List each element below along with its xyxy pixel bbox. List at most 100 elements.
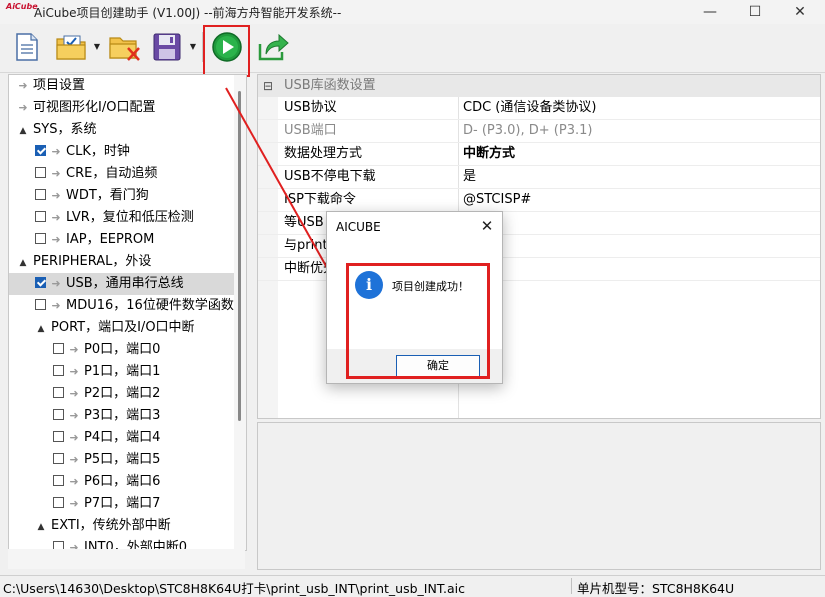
tree-item[interactable]: ▲ SYS，系统 [9, 119, 239, 141]
tree-item-label: P4口，端口4 [84, 430, 161, 445]
tree-item[interactable]: ➜ LVR，复位和低压检测 [9, 207, 246, 229]
tree-item-checkbox[interactable] [35, 211, 46, 222]
property-category-header[interactable]: ⊟ USB库函数设置 [258, 75, 820, 97]
tree-item-label: IAP，EEPROM [66, 232, 155, 247]
property-row[interactable]: USB端口 D- (P3.0), D+ (P3.1) [258, 120, 820, 143]
close-window-button[interactable]: ✕ [778, 0, 822, 24]
arrow-bullet-icon: ➜ [69, 431, 79, 444]
open-project-button[interactable] [54, 30, 88, 64]
property-key: USB不停电下载 [284, 169, 376, 184]
minimize-button[interactable]: — [688, 0, 732, 24]
property-key: USB协议 [284, 100, 337, 115]
title-bar: AiCube AiCube项目创建助手 (V1.00J) --前海方舟智能开发系… [0, 0, 825, 24]
project-path: C:\Users\14630\Desktop\STC8H8K64U打卡\prin… [3, 581, 465, 596]
arrow-bullet-icon: ➜ [69, 453, 79, 466]
tree-item-label: P2口，端口2 [84, 386, 161, 401]
tree-item[interactable]: ➜ USB，通用串行总线 [9, 273, 246, 295]
tree-item[interactable]: ➜ P3口，端口3 [9, 405, 246, 427]
tree-item-checkbox[interactable] [53, 387, 64, 398]
tree-item-label: P6口，端口6 [84, 474, 161, 489]
tree-item-checkbox[interactable] [53, 343, 64, 354]
tree-item-checkbox[interactable] [35, 189, 46, 200]
tree-item-checkbox[interactable] [53, 453, 64, 464]
save-dropdown-arrow[interactable]: ▼ [188, 42, 198, 52]
tree-item-checkbox[interactable] [53, 497, 64, 508]
arrow-bullet-icon: ➜ [69, 497, 79, 510]
app-logo-text: AiCube [6, 2, 38, 11]
tree-item[interactable]: ▲ PORT，端口及I/O口中断 [9, 317, 246, 340]
property-key: ISP下载命令 [284, 192, 356, 207]
dialog-title: AICUBE [336, 220, 381, 234]
new-project-button[interactable] [10, 30, 44, 64]
tree-item[interactable]: ➜ P2口，端口2 [9, 383, 246, 405]
property-value[interactable]: @STCISP# [463, 189, 531, 211]
tree-item[interactable]: ➜ P6口，端口6 [9, 471, 246, 493]
tree-item-checkbox[interactable] [53, 431, 64, 442]
property-value[interactable]: 中断方式 [463, 143, 515, 165]
tree-item[interactable]: ➜ 可视图形化I/O口配置 [9, 97, 239, 119]
open-dropdown-arrow[interactable]: ▼ [92, 42, 102, 52]
tree-item[interactable]: ➜ IAP，EEPROM [9, 229, 246, 251]
tree-item[interactable]: ➜ P7口，端口7 [9, 493, 246, 515]
tree-item-checkbox[interactable] [35, 145, 46, 156]
tree-item-label: 可视图形化I/O口配置 [33, 100, 156, 115]
tree-item-label: P5口，端口5 [84, 452, 161, 467]
tree-item-label: EXTI，传统外部中断 [51, 518, 171, 533]
tree-item[interactable]: ➜ MDU16，16位硬件数学函数 [9, 295, 246, 317]
tree-item-label: CRE，自动追频 [66, 166, 158, 181]
tree-scrollbar[interactable] [234, 75, 246, 550]
tree-item-checkbox[interactable] [53, 475, 64, 486]
tree-item[interactable]: ➜ P1口，端口1 [9, 361, 246, 383]
description-pane [257, 422, 821, 570]
expand-toggle-icon[interactable]: ▲ [35, 516, 47, 538]
property-row[interactable]: USB协议 CDC (通信设备类协议) [258, 97, 820, 120]
collapse-icon[interactable]: ⊟ [263, 75, 273, 97]
property-row[interactable]: ISP下载命令 @STCISP# [258, 189, 820, 212]
new-document-icon [16, 33, 38, 61]
tree-item[interactable]: ▲ PERIPHERAL，外设 [9, 251, 239, 273]
tree-item[interactable]: ➜ P0口，端口0 [9, 339, 246, 361]
export-button[interactable] [256, 30, 290, 64]
tree-item[interactable]: ➜ P5口，端口5 [9, 449, 246, 471]
tree-item[interactable]: ➜ P4口，端口4 [9, 427, 246, 449]
tree-item-label: P3口，端口3 [84, 408, 161, 423]
tree-item[interactable]: ▲ EXTI，传统外部中断 [9, 515, 246, 538]
tree-item-checkbox[interactable] [35, 233, 46, 244]
tree-scrollbar-thumb[interactable] [238, 91, 241, 421]
tree-item-label: P7口，端口7 [84, 496, 161, 511]
tree-item-label: SYS，系统 [33, 122, 97, 137]
app-logo: AiCube [6, 2, 38, 22]
tree-item-label: WDT，看门狗 [66, 188, 149, 203]
arrow-bullet-icon: ➜ [69, 475, 79, 488]
tree-item-checkbox[interactable] [35, 167, 46, 178]
expand-toggle-icon[interactable]: ▲ [17, 120, 29, 142]
tree-item-checkbox[interactable] [35, 299, 46, 310]
arrow-bullet-icon: ➜ [18, 101, 28, 114]
tree-item[interactable]: ➜ CRE，自动追频 [9, 163, 246, 185]
tree-item[interactable]: ➜ WDT，看门狗 [9, 185, 246, 207]
property-row[interactable]: USB不停电下载 是 [258, 166, 820, 189]
arrow-bullet-icon: ➜ [51, 211, 61, 224]
tree-item[interactable]: ➜ CLK，时钟 [9, 141, 246, 163]
expand-toggle-icon[interactable]: ▲ [17, 252, 29, 274]
arrow-bullet-icon: ➜ [51, 277, 61, 290]
tree-item-checkbox[interactable] [53, 365, 64, 376]
property-value[interactable]: D- (P3.0), D+ (P3.1) [463, 120, 592, 142]
dialog-close-button[interactable]: ✕ [476, 214, 498, 238]
dialog-highlight [346, 263, 490, 379]
save-project-button[interactable] [150, 30, 184, 64]
config-tree[interactable]: ➜ 项目设置 ➜ 可视图形化I/O口配置 ▲ SYS，系统 ➜ CLK，时钟 ➜ CRE，自动追频… [8, 74, 247, 551]
tree-item-checkbox[interactable] [53, 409, 64, 420]
tree-item-label: 项目设置 [33, 78, 86, 93]
property-row[interactable]: 数据处理方式 中断方式 [258, 143, 820, 166]
tree-item[interactable]: ➜ 项目设置 [9, 75, 239, 97]
tree-item-checkbox[interactable] [35, 277, 46, 288]
property-value[interactable]: CDC (通信设备类协议) [463, 97, 596, 119]
property-value[interactable]: 是 [463, 166, 476, 188]
close-project-button[interactable] [108, 30, 142, 64]
tree-item-label: PERIPHERAL，外设 [33, 254, 152, 269]
maximize-button[interactable]: ☐ [733, 0, 777, 24]
tree-item-label: CLK，时钟 [66, 144, 130, 159]
tree-horizontal-scrollbar[interactable] [8, 549, 245, 569]
expand-toggle-icon[interactable]: ▲ [35, 318, 47, 340]
